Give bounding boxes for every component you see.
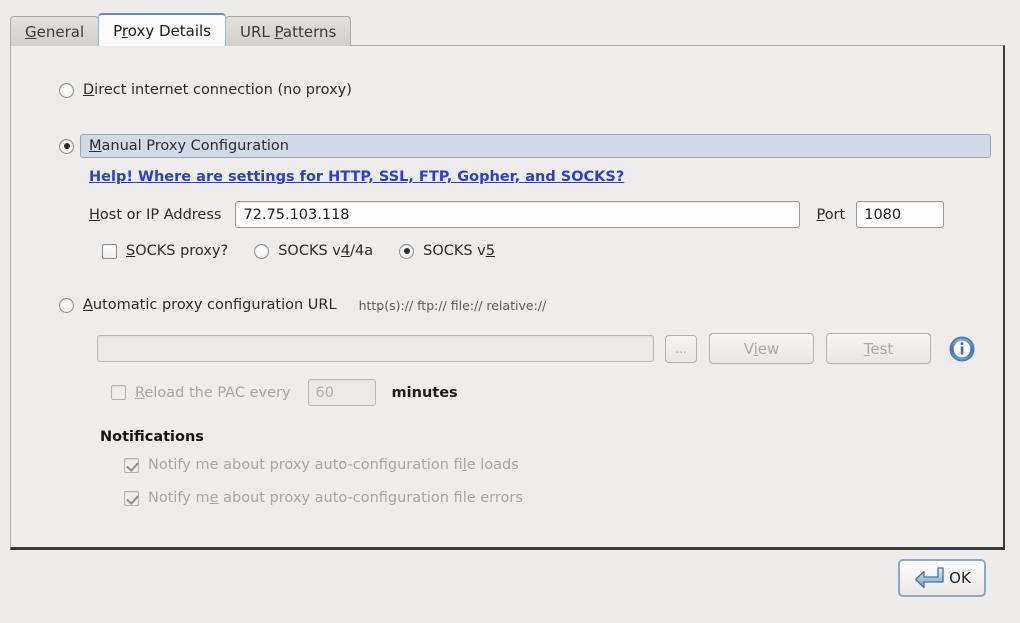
info-icon[interactable] (949, 336, 975, 362)
notify-errors-label: Notify me about proxy auto-configuration… (148, 490, 523, 506)
tab-general-label: General (25, 22, 85, 41)
tab-strip: General Proxy Details URL Patterns (10, 13, 352, 46)
radio-socks-v4[interactable]: SOCKS v4/4a (254, 243, 373, 259)
manual-proxy-radio-indicator[interactable] (59, 138, 74, 154)
reload-pac-label: Reload the PAC every (135, 384, 291, 401)
pac-url-browse-button[interactable]: ... (665, 334, 697, 363)
pac-url-row: ... View Test (97, 333, 975, 364)
tab-general[interactable]: General (10, 16, 100, 46)
tab-url-patterns[interactable]: URL Patterns (225, 16, 352, 46)
notification-item-loads[interactable]: Notify me about proxy auto-configuration… (124, 457, 519, 473)
reload-pac-row: Reload the PAC every 60 minutes (111, 379, 458, 406)
radio-socks-v5[interactable]: SOCKS v5 (399, 243, 495, 259)
tab-url-patterns-label: URL Patterns (240, 22, 337, 41)
socks-v4-radio-indicator[interactable] (254, 243, 270, 259)
socks-row: SOCKS proxy? SOCKS v4/4a SOCKS v5 (102, 243, 495, 259)
port-input-value: 1080 (864, 206, 902, 223)
ok-button-label: OK (949, 569, 971, 587)
scheme-hints: http(s):// ftp:// file:// relative:// (358, 297, 547, 313)
socks-v4-label: SOCKS v4/4a (278, 243, 374, 259)
socks-proxy-checkbox[interactable] (102, 243, 117, 259)
reload-unit-label: minutes (391, 384, 458, 401)
manual-proxy-label: Manual Proxy Configuration (89, 138, 289, 154)
notifications-title-text: Notifications (100, 429, 204, 445)
radio-direct-connection[interactable]: Direct internet connection (no proxy) (59, 82, 352, 98)
proxy-details-dialog: General Proxy Details URL Patterns Direc… (0, 0, 1020, 623)
proxy-details-panel: Direct internet connection (no proxy) Ma… (10, 45, 1005, 550)
pac-url-browse-label: ... (675, 341, 687, 356)
reload-interval-input[interactable]: 60 (307, 379, 376, 406)
radio-automatic-proxy[interactable]: Automatic proxy configuration URL http(s… (59, 297, 546, 313)
host-input-value: 72.75.103.118 (243, 206, 350, 223)
automatic-proxy-label: Automatic proxy configuration URL (83, 297, 337, 313)
enter-arrow-icon (913, 564, 947, 592)
port-label: Port (816, 206, 846, 223)
radio-manual-proxy[interactable]: Manual Proxy Configuration (59, 134, 991, 158)
tab-proxy-details[interactable]: Proxy Details (98, 13, 227, 46)
pac-view-button[interactable]: View (709, 333, 814, 364)
socks-v5-radio-indicator[interactable] (399, 243, 415, 259)
pac-url-input[interactable] (97, 335, 654, 362)
socks-v5-label: SOCKS v5 (423, 243, 495, 259)
help-link-text[interactable]: Help! Where are settings for HTTP, SSL, … (89, 169, 624, 185)
pac-test-button[interactable]: Test (826, 333, 931, 364)
notification-item-errors[interactable]: Notify me about proxy auto-configuration… (124, 490, 523, 506)
notifications-title: Notifications (100, 429, 204, 445)
automatic-proxy-radio-indicator[interactable] (59, 297, 74, 313)
manual-proxy-selection-band: Manual Proxy Configuration (80, 134, 991, 158)
port-input[interactable]: 1080 (856, 201, 945, 228)
notify-errors-checkbox[interactable] (124, 490, 139, 506)
tab-proxy-details-label: Proxy Details (113, 21, 212, 40)
host-label: Host or IP Address (89, 206, 222, 223)
socks-proxy-label: SOCKS proxy? (126, 243, 229, 259)
reload-pac-checkbox[interactable] (111, 385, 126, 400)
notify-loads-label: Notify me about proxy auto-configuration… (148, 457, 519, 473)
direct-connection-radio-indicator[interactable] (59, 82, 74, 98)
pac-test-label: Test (863, 339, 894, 358)
reload-interval-value: 60 (315, 384, 334, 401)
host-input[interactable]: 72.75.103.118 (235, 201, 801, 228)
direct-connection-label: Direct internet connection (no proxy) (83, 82, 352, 98)
pac-view-label: View (743, 339, 780, 358)
notify-loads-checkbox[interactable] (124, 457, 139, 473)
help-link[interactable]: Help! Where are settings for HTTP, SSL, … (89, 169, 624, 185)
ok-button[interactable]: OK (898, 559, 986, 597)
host-port-row: Host or IP Address 72.75.103.118 Port 10… (89, 201, 991, 228)
